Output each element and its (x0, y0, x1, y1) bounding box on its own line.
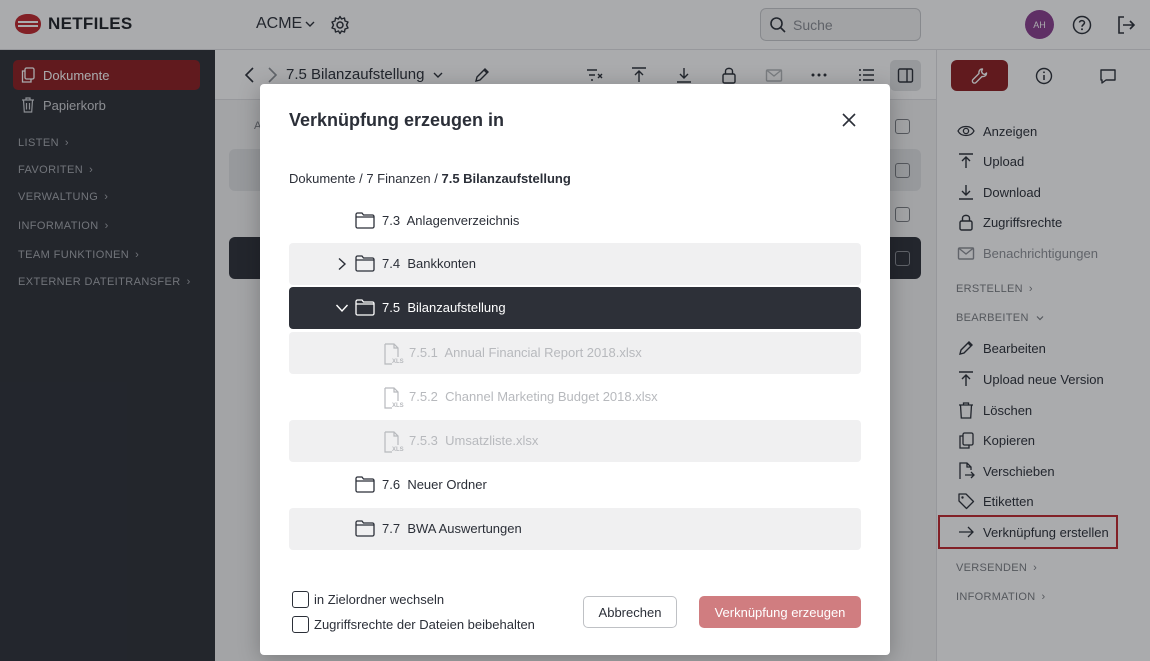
tree-name: Bankkonten (407, 256, 476, 271)
xls-file-icon: XLS (384, 387, 404, 409)
tree-file-7-5-1: XLS 7.5.1 Annual Financial Report 2018.x… (289, 332, 861, 374)
file-badge: XLS (392, 359, 404, 365)
tree-number: 7.4 (382, 256, 401, 271)
tree-number: 7.5.1 (409, 345, 438, 360)
close-icon (842, 113, 856, 127)
chevron-down-icon[interactable] (335, 301, 349, 315)
keep-rights-checkbox[interactable] (292, 616, 309, 633)
path-prefix: Dokumente / 7 Finanzen / (289, 171, 442, 186)
create-link-button[interactable]: Verknüpfung erzeugen (699, 596, 861, 628)
tree-number: 7.5.3 (409, 433, 438, 448)
folder-icon (355, 255, 375, 272)
tree-folder-7-3[interactable]: 7.3 Anlagenverzeichnis (289, 200, 861, 242)
dialog-title: Verknüpfung erzeugen in (289, 110, 505, 130)
tree-label: 7.5 Bilanzaufstellung (382, 300, 506, 315)
option-keep-rights[interactable]: Zugriffsrechte der Dateien beibehalten (292, 616, 535, 633)
file-badge: XLS (392, 447, 404, 453)
folder-icon (355, 476, 375, 493)
tree-folder-7-5-selected[interactable]: 7.5 Bilanzaufstellung (289, 287, 861, 329)
tree-name: Channel Marketing Budget 2018.xlsx (445, 389, 658, 404)
xls-file-icon: XLS (384, 343, 404, 365)
tree-name: Umsatzliste.xlsx (445, 433, 539, 448)
tree-number: 7.6 (382, 477, 401, 492)
folder-icon (355, 212, 375, 229)
switch-folder-checkbox[interactable] (292, 591, 309, 608)
tree-folder-7-4[interactable]: 7.4 Bankkonten (289, 243, 861, 285)
xls-file-icon: XLS (384, 431, 404, 453)
tree-folder-7-7[interactable]: 7.7 BWA Auswertungen (289, 508, 861, 550)
path-current: 7.5 Bilanzaufstellung (441, 171, 571, 186)
tree-label: 7.6 Neuer Ordner (382, 477, 487, 492)
tree-label: 7.5.3 Umsatzliste.xlsx (409, 433, 538, 448)
tree-label: 7.7 BWA Auswertungen (382, 521, 522, 536)
file-badge: XLS (392, 403, 404, 409)
tree-name: Bilanzaufstellung (407, 300, 506, 315)
tree-number: 7.3 (382, 213, 401, 228)
option-switch-folder[interactable]: in Zielordner wechseln (292, 591, 444, 608)
folder-icon (355, 520, 375, 537)
tree-file-7-5-2: XLS 7.5.2 Channel Marketing Budget 2018.… (289, 376, 861, 418)
tree-label: 7.5.2 Channel Marketing Budget 2018.xlsx (409, 389, 658, 404)
tree-name: Annual Financial Report 2018.xlsx (444, 345, 642, 360)
option-label: in Zielordner wechseln (314, 592, 445, 607)
chevron-right-icon[interactable] (335, 257, 349, 271)
tree-number: 7.5 (382, 300, 401, 315)
tree-number: 7.5.2 (409, 389, 438, 404)
create-link-dialog: Verknüpfung erzeugen in Dokumente / 7 Fi… (260, 84, 890, 655)
tree-label: 7.4 Bankkonten (382, 256, 476, 271)
tree-name: Neuer Ordner (407, 477, 487, 492)
tree-number: 7.7 (382, 521, 401, 536)
tree-folder-7-6[interactable]: 7.6 Neuer Ordner (289, 464, 861, 506)
tree-name: BWA Auswertungen (407, 521, 522, 536)
tree-name: Anlagenverzeichnis (406, 213, 520, 228)
tree-label: 7.5.1 Annual Financial Report 2018.xlsx (409, 345, 642, 360)
option-label: Zugriffsrechte der Dateien beibehalten (314, 617, 535, 632)
dialog-path: Dokumente / 7 Finanzen / 7.5 Bilanzaufst… (289, 171, 571, 186)
close-button[interactable] (841, 112, 857, 128)
tree-label: 7.3 Anlagenverzeichnis (382, 213, 519, 228)
cancel-button[interactable]: Abbrechen (583, 596, 677, 628)
folder-icon (355, 299, 375, 316)
tree-file-7-5-3: XLS 7.5.3 Umsatzliste.xlsx (289, 420, 861, 462)
